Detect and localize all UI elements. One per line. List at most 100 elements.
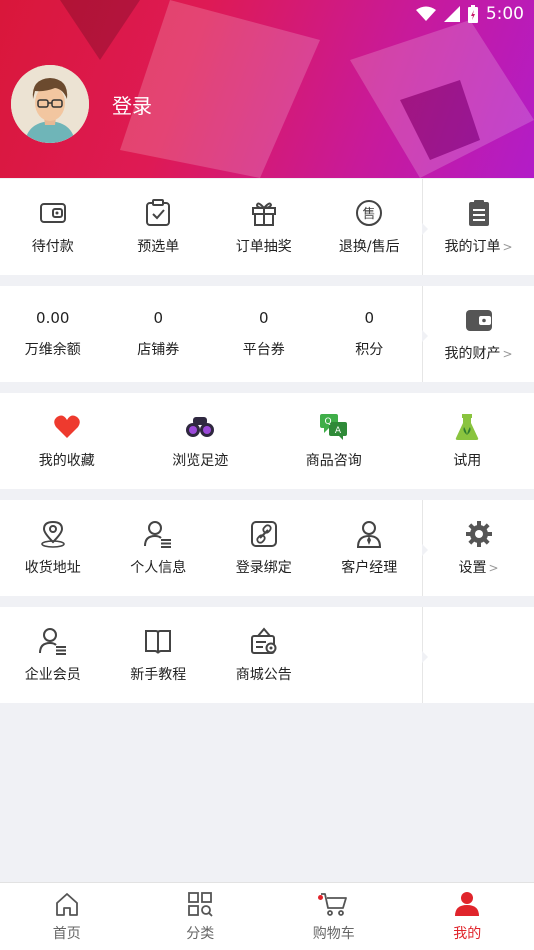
chat-icon: QA <box>318 412 350 442</box>
manager-icon <box>354 519 384 549</box>
tutorial-label: 新手教程 <box>130 667 187 683</box>
points-label: 积分 <box>355 342 384 358</box>
login-binding-button[interactable]: 登录绑定 <box>211 500 317 596</box>
trial-button[interactable]: 试用 <box>401 393 534 489</box>
browse-history-button[interactable]: 浏览足迹 <box>134 393 268 489</box>
shipping-address-label: 收货地址 <box>24 560 81 576</box>
tab-mine-label: 我的 <box>453 925 482 942</box>
heart-icon <box>51 412 83 442</box>
cart-badge-dot <box>318 895 323 900</box>
avatar[interactable] <box>11 65 89 143</box>
profile-header: 5:00 登录 <box>0 0 534 178</box>
preselect-order-label: 预选单 <box>137 239 180 255</box>
pending-payment-label: 待付款 <box>31 239 74 255</box>
personal-info-button[interactable]: 个人信息 <box>106 500 212 596</box>
wifi-icon <box>415 6 436 21</box>
location-pin-icon <box>38 519 68 549</box>
browse-history-label: 浏览足迹 <box>172 453 229 469</box>
tab-mine[interactable]: 我的 <box>401 883 534 950</box>
empty-cell <box>317 607 423 703</box>
pending-payment-button[interactable]: 待付款 <box>0 179 106 275</box>
user-info-icon <box>143 519 173 549</box>
purse-icon <box>464 305 494 335</box>
tab-home[interactable]: 首页 <box>0 883 134 950</box>
my-assets-button[interactable]: 我的财产 > <box>422 286 534 382</box>
platform-coupon-button[interactable]: 0 平台券 <box>211 286 317 382</box>
wallet-icon <box>38 198 68 228</box>
chevron-right-icon: > <box>488 561 499 575</box>
notice-icon <box>249 626 279 656</box>
status-time: 5:00 <box>485 4 524 24</box>
product-inquiry-label: 商品咨询 <box>305 453 362 469</box>
battery-icon <box>467 5 478 23</box>
order-lottery-button[interactable]: 订单抽奖 <box>211 179 317 275</box>
divider-notch <box>422 330 428 342</box>
store-coupon-value: 0 <box>153 309 164 327</box>
assets-section: 0.00 万维余额 0 店铺券 0 平台券 0 积分 我的财产 > <box>0 286 534 382</box>
store-coupon-button[interactable]: 0 店铺券 <box>106 286 212 382</box>
my-orders-button[interactable]: 我的订单 > <box>422 179 534 275</box>
balance-button[interactable]: 0.00 万维余额 <box>0 286 106 382</box>
orders-section: 待付款 预选单 订单抽奖 售 退换/售后 我的订单 > <box>0 179 534 275</box>
flask-icon <box>451 412 483 442</box>
product-inquiry-button[interactable]: QA 商品咨询 <box>267 393 401 489</box>
signal-icon <box>443 6 460 22</box>
order-lottery-label: 订单抽奖 <box>235 239 292 255</box>
favorites-label: 我的收藏 <box>38 453 95 469</box>
empty-side-cell <box>422 607 534 703</box>
personal-info-label: 个人信息 <box>130 560 187 576</box>
login-link[interactable]: 登录 <box>112 90 152 119</box>
tab-cart-label: 购物车 <box>312 925 355 942</box>
cart-icon <box>320 892 347 916</box>
after-sale-button[interactable]: 售 退换/售后 <box>317 179 423 275</box>
after-sale-icon: 售 <box>354 198 384 228</box>
activity-section: 我的收藏 浏览足迹 QA 商品咨询 试用 <box>0 393 534 489</box>
tutorial-button[interactable]: 新手教程 <box>106 607 212 703</box>
tab-category[interactable]: 分类 <box>134 883 268 950</box>
divider-notch <box>422 651 428 663</box>
home-icon <box>55 892 78 916</box>
avatar-illustration <box>11 65 89 143</box>
balance-label: 万维余额 <box>24 342 81 358</box>
link-icon <box>249 519 279 549</box>
person-icon <box>455 891 480 916</box>
divider-notch <box>422 223 428 235</box>
divider-notch <box>422 544 428 556</box>
store-coupon-label: 店铺券 <box>137 342 180 358</box>
tab-home-label: 首页 <box>52 925 81 942</box>
favorites-button[interactable]: 我的收藏 <box>0 393 134 489</box>
binoculars-icon <box>184 412 216 442</box>
account-manager-button[interactable]: 客户经理 <box>317 500 423 596</box>
chevron-right-icon: > <box>502 347 513 361</box>
status-bar: 5:00 <box>415 0 534 28</box>
shipping-address-button[interactable]: 收货地址 <box>0 500 106 596</box>
account-section: 收货地址 个人信息 登录绑定 客户经理 设置 > <box>0 500 534 596</box>
tab-category-label: 分类 <box>186 925 215 942</box>
svg-text:Q: Q <box>324 417 331 427</box>
points-button[interactable]: 0 积分 <box>317 286 423 382</box>
after-sale-label: 退换/售后 <box>338 239 400 255</box>
order-list-icon <box>464 198 494 228</box>
tab-cart[interactable]: 购物车 <box>267 883 401 950</box>
book-icon <box>143 626 173 656</box>
account-manager-label: 客户经理 <box>341 560 398 576</box>
preselect-order-button[interactable]: 预选单 <box>106 179 212 275</box>
enterprise-member-label: 企业会员 <box>24 667 81 683</box>
trial-label: 试用 <box>453 453 482 469</box>
gift-icon <box>249 198 279 228</box>
mall-notice-label: 商城公告 <box>235 667 292 683</box>
my-orders-label: 我的订单 <box>444 239 501 255</box>
platform-coupon-value: 0 <box>258 309 269 327</box>
balance-value: 0.00 <box>36 309 70 327</box>
mall-notice-button[interactable]: 商城公告 <box>211 607 317 703</box>
settings-button[interactable]: 设置 > <box>422 500 534 596</box>
more-section: 企业会员 新手教程 商城公告 <box>0 607 534 703</box>
my-assets-label: 我的财产 <box>444 346 501 362</box>
gear-icon <box>464 519 494 549</box>
chevron-right-icon: > <box>502 240 513 254</box>
enterprise-member-button[interactable]: 企业会员 <box>0 607 106 703</box>
clipboard-check-icon <box>143 198 173 228</box>
category-icon <box>188 891 213 917</box>
settings-label: 设置 <box>458 560 487 576</box>
svg-text:A: A <box>335 426 342 436</box>
